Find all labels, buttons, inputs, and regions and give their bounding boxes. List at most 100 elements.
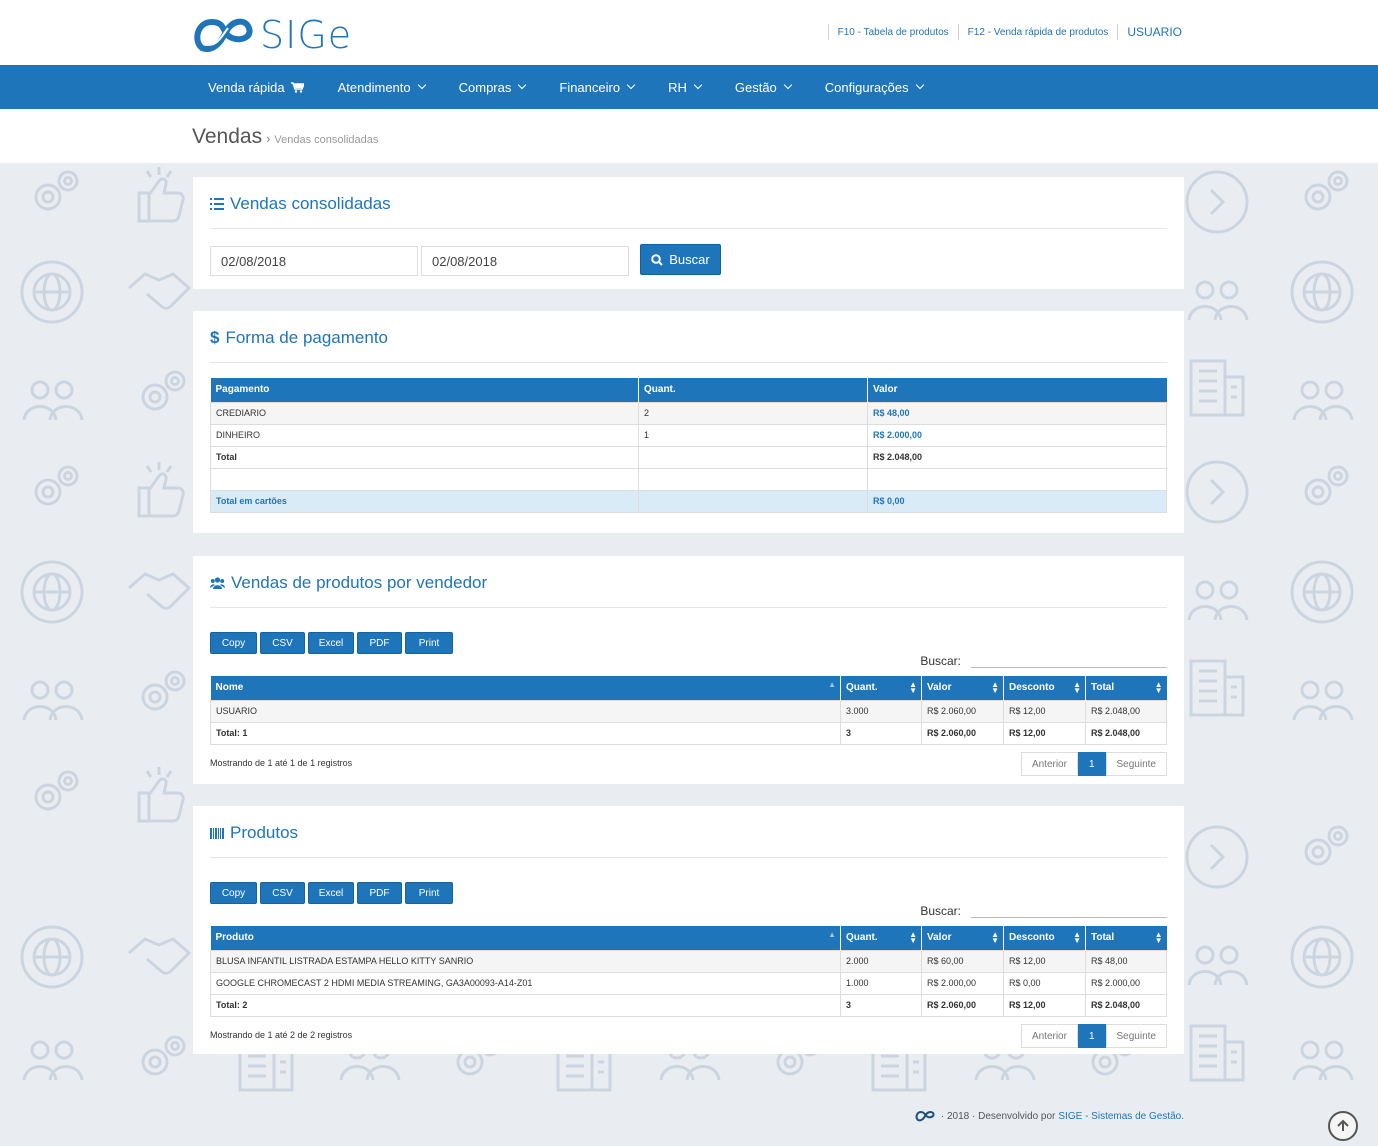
cell: R$ 48,00: [867, 401, 1167, 425]
nav-item-label: Compras: [458, 79, 512, 95]
shake-bg-icon: [128, 272, 192, 310]
people-bg-icon: [1292, 680, 1354, 721]
footer-link[interactable]: SIGE - Sistemas de Gestão.: [1058, 1111, 1184, 1122]
gear-bg-icon: [1304, 825, 1349, 866]
table-row-total: Total: 2 3 R$ 2.060,00 R$ 12,00 R$ 2.048…: [210, 993, 1167, 1017]
date-from-input[interactable]: 02/08/2018: [210, 246, 418, 276]
chevron-down-icon: [783, 80, 793, 90]
cell: DINHEIRO: [210, 423, 639, 447]
col-header-produto[interactable]: Produto ▲: [210, 926, 841, 950]
top-links: F10 - Tabela de produtos F12 - Venda ráp…: [819, 24, 1182, 40]
prev-page-button[interactable]: Anterior: [1020, 752, 1078, 776]
cell: 1.000: [840, 971, 922, 995]
panel-title: Vendas de produtos por vendedor: [210, 573, 487, 593]
footer: · 2018 · Desenvolvido por SIGE - Sistema…: [915, 1110, 1184, 1122]
shake-bg-icon: [128, 572, 192, 610]
nav-gestao[interactable]: Gestão: [734, 79, 793, 95]
nav-item-label: Gestão: [734, 79, 777, 95]
col-header-valor[interactable]: Valor ▲ ▼: [921, 926, 1004, 950]
search-input[interactable]: [971, 894, 1167, 918]
next-page-button[interactable]: Seguinte: [1105, 752, 1167, 776]
search-button[interactable]: Buscar: [640, 244, 721, 275]
pdf-button[interactable]: PDF: [357, 632, 402, 654]
globe-bg-icon: [20, 925, 84, 989]
dollar-icon: $: [210, 328, 220, 347]
f10-link[interactable]: F10 - Tabela de produtos: [838, 27, 949, 38]
footer-text: · 2018 · Desenvolvido por: [940, 1110, 1056, 1122]
logo[interactable]: SIGe: [192, 13, 352, 57]
search-input[interactable]: [971, 644, 1167, 668]
user-menu[interactable]: USUARIO: [1127, 25, 1182, 39]
excel-button[interactable]: Excel: [308, 632, 354, 654]
print-button[interactable]: Print: [405, 882, 453, 904]
thumb-bg-icon: [137, 767, 185, 823]
globe-bg-icon: [20, 260, 84, 324]
excel-button[interactable]: Excel: [308, 882, 354, 904]
cell: BLUSA INFANTIL LISTRADA ESTAMPA HELLO KI…: [210, 949, 841, 973]
cell: Total: 2: [210, 993, 841, 1017]
col-header-desconto[interactable]: Desconto ▲ ▼: [1003, 676, 1086, 700]
pdf-button[interactable]: PDF: [357, 882, 402, 904]
cell: R$ 2.060,00: [921, 699, 1004, 723]
cell: R$ 60,00: [921, 949, 1004, 973]
col-header-label: Total: [1091, 932, 1115, 944]
cell: [638, 489, 868, 513]
date-to-input[interactable]: 02/08/2018: [421, 246, 629, 276]
table-info: Mostrando de 1 até 1 de 1 registros: [210, 758, 353, 768]
table-row-spacer: [210, 467, 1167, 491]
csv-button[interactable]: CSV: [260, 882, 305, 904]
col-header[interactable]: Quant.: [638, 378, 868, 402]
globe-bg-icon: [20, 560, 84, 624]
sort-icon: ▲ ▼: [909, 680, 917, 695]
nav-financeiro[interactable]: Financeiro: [559, 80, 636, 95]
products-panel: Produtos Copy CSV Excel PDF Print Buscar…: [193, 806, 1184, 1054]
panel-title: $ Forma de pagamento: [210, 328, 388, 348]
chevron-down-icon: [693, 80, 703, 90]
search-label: Buscar:: [920, 904, 961, 918]
page-1-button[interactable]: 1: [1077, 1024, 1106, 1048]
copy-button[interactable]: Copy: [210, 882, 257, 904]
copy-button[interactable]: Copy: [210, 632, 257, 654]
scroll-to-top-button[interactable]: [1328, 1111, 1358, 1141]
table-row-total: Total: 1 3 R$ 2.060,00 R$ 12,00 R$ 2.048…: [210, 721, 1167, 745]
nav-atendimento[interactable]: Atendimento: [338, 80, 426, 95]
col-header-valor[interactable]: Valor ▲ ▼: [921, 676, 1004, 700]
col-header-label: Nome: [215, 682, 244, 694]
nav-rh[interactable]: RH: [668, 80, 703, 95]
people-bg-icon: [1292, 1040, 1354, 1081]
people-bg-icon: [1292, 380, 1354, 421]
logo-text: SIGe: [260, 13, 353, 57]
nav-venda-rapida[interactable]: Venda rápida: [208, 80, 304, 95]
col-header-total[interactable]: Total ▲ ▼: [1085, 926, 1167, 950]
table-row: GOOGLE CHROMECAST 2 HDMI MEDIA STREAMING…: [210, 971, 1167, 995]
col-header[interactable]: Pagamento: [210, 378, 639, 402]
nav-compras[interactable]: Compras: [458, 79, 527, 95]
col-header-nome[interactable]: Nome ▲: [210, 676, 841, 700]
globe-bg-icon: [1290, 560, 1354, 624]
panel-title-text: Vendas consolidadas: [230, 194, 391, 213]
barcode-icon: [210, 827, 224, 839]
print-button[interactable]: Print: [405, 632, 453, 654]
thumb-bg-icon: [137, 462, 185, 518]
csv-button[interactable]: CSV: [260, 632, 305, 654]
col-header-quant[interactable]: Quant. ▲ ▼: [840, 926, 922, 950]
cell: R$ 0,00: [1003, 971, 1086, 995]
nav-configuracoes[interactable]: Configurações: [825, 80, 924, 95]
col-header-desconto[interactable]: Desconto ▲ ▼: [1003, 926, 1086, 950]
prev-page-button[interactable]: Anterior: [1020, 1024, 1078, 1048]
export-buttons: Copy CSV Excel PDF Print: [210, 632, 456, 654]
gear-bg-icon: [34, 465, 79, 506]
col-header[interactable]: Valor: [867, 378, 1167, 402]
nav-item-label: Venda rápida: [208, 79, 285, 95]
next-page-button[interactable]: Seguinte: [1105, 1024, 1167, 1048]
cell: R$ 2.048,00: [1085, 699, 1167, 723]
col-header-quant[interactable]: Quant. ▲ ▼: [840, 676, 922, 700]
cell: R$ 12,00: [1003, 949, 1086, 973]
arrow-bg-icon: [1185, 825, 1249, 889]
gear-bg-icon: [141, 670, 186, 711]
f12-link[interactable]: F12 - Venda rápida de produtos: [968, 27, 1109, 38]
table-search: Buscar:: [920, 644, 1167, 668]
col-header-total[interactable]: Total ▲ ▼: [1085, 676, 1167, 700]
cell: R$ 2.060,00: [921, 993, 1004, 1017]
page-1-button[interactable]: 1: [1077, 752, 1106, 776]
